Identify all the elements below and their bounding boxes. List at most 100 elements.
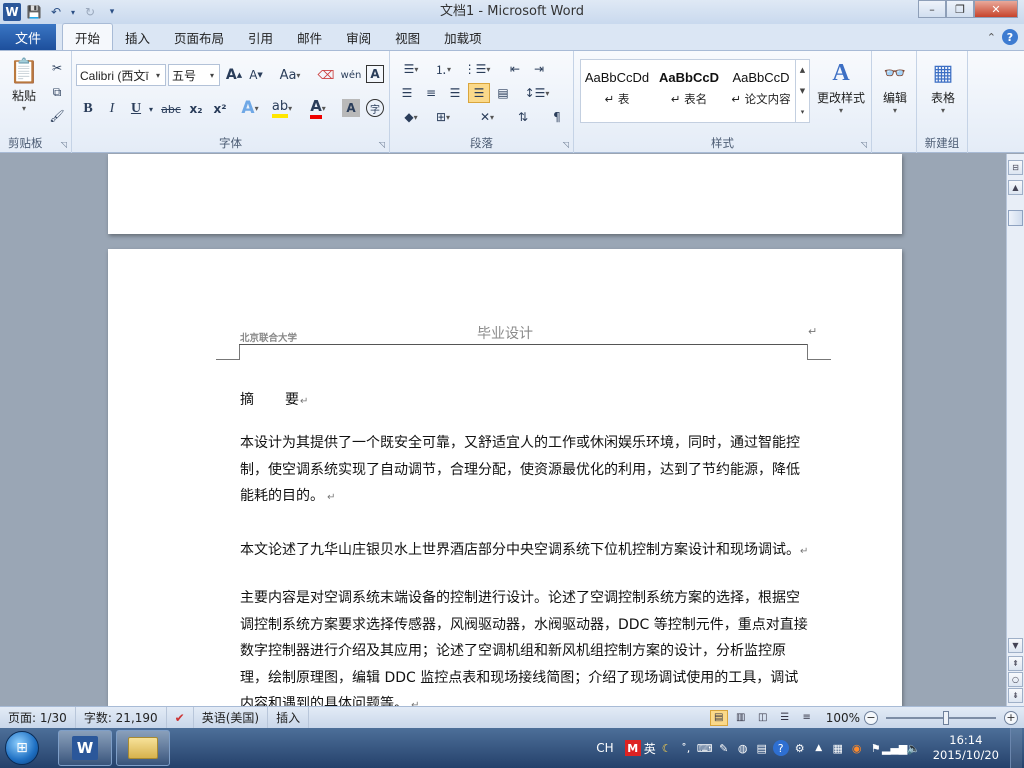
next-page-icon[interactable]: ⇟ <box>1008 688 1023 703</box>
volume-icon[interactable]: 🔈 <box>906 740 922 756</box>
ruler-toggle-icon[interactable]: ⊟ <box>1008 160 1023 175</box>
tray-options-icon[interactable]: ⚙ <box>792 740 808 756</box>
zoom-in-icon[interactable]: + <box>1004 710 1018 725</box>
font-size-combo[interactable]: 五号 ▾ <box>168 64 220 86</box>
change-case-icon[interactable]: Aa ▾ <box>276 65 304 85</box>
bullets-icon[interactable]: ☰ ▾ <box>396 59 426 79</box>
full-screen-reading-icon[interactable]: ▥ <box>732 710 750 726</box>
network-device-icon[interactable]: ▦ <box>830 740 846 756</box>
paste-button[interactable]: 📋 粘贴 ▾ <box>6 55 42 113</box>
punctuation-icon[interactable]: ˚, <box>678 740 694 756</box>
tray-expand-icon[interactable]: ▲ <box>811 740 827 756</box>
customize-qat-icon[interactable]: ▾ <box>102 2 122 22</box>
web-layout-icon[interactable]: ◫ <box>754 710 772 726</box>
styles-scroll[interactable]: ▲ ▼ ▾ <box>795 60 809 122</box>
align-left-icon[interactable]: ☰ <box>396 83 418 103</box>
scroll-up-icon[interactable]: ▲ <box>1008 180 1023 195</box>
text-effects-icon[interactable]: A ▾ <box>238 97 262 119</box>
status-word-count[interactable]: 字数: 21,190 <box>76 706 167 729</box>
align-center-icon[interactable]: ≡ <box>420 83 442 103</box>
character-border-icon[interactable]: A <box>366 65 384 83</box>
italic-button[interactable]: I <box>102 99 122 119</box>
chinese-layout-icon[interactable]: ✕ ▾ <box>472 107 502 127</box>
underline-dropdown-icon[interactable]: ▾ <box>146 99 156 119</box>
style-item-table-name[interactable]: AaBbCcD ↵ 表名 <box>653 60 725 122</box>
tab-mailings[interactable]: 邮件 <box>285 24 334 50</box>
page-current[interactable]: 北京联合大学 毕业设计 ↵ 摘 要↵ 本设计为其提供了一个既安全可靠，又舒适宜人… <box>108 249 902 706</box>
shrink-font-icon[interactable]: A ▼ <box>246 65 266 85</box>
tab-insert[interactable]: 插入 <box>113 24 162 50</box>
outline-view-icon[interactable]: ☰ <box>776 710 794 726</box>
highlight-icon[interactable]: ab ▾ <box>268 97 296 119</box>
table-button[interactable]: ▦ 表格 ▾ <box>925 57 961 116</box>
underline-button[interactable]: U <box>126 99 146 119</box>
ime-menu-icon[interactable]: ▤ <box>754 740 770 756</box>
zoom-slider-knob[interactable] <box>943 710 950 725</box>
enclose-characters-icon[interactable]: 字 <box>366 99 384 117</box>
align-right-icon[interactable]: ☰ <box>444 83 466 103</box>
ime-language[interactable]: CH <box>596 741 613 755</box>
draft-view-icon[interactable]: ≡ <box>798 710 816 726</box>
abstract-heading[interactable]: 摘 要↵ <box>240 389 309 409</box>
print-layout-view-icon[interactable]: ▤ <box>709 709 728 726</box>
multilevel-list-icon[interactable]: ⋮☰ ▾ <box>462 59 492 79</box>
ime-mode[interactable]: 英 <box>644 740 656 757</box>
select-browse-object-icon[interactable]: ○ <box>1008 672 1023 687</box>
zoom-out-icon[interactable]: − <box>864 710 878 725</box>
paragraph-3[interactable]: 主要内容是对空调系统末端设备的控制进行设计。论述了空调控制系统方案的选择，根据空… <box>240 585 808 706</box>
phonetic-guide-icon[interactable]: wén <box>340 65 362 85</box>
show-formatting-icon[interactable]: ¶ <box>546 107 568 127</box>
keyboard-icon[interactable]: ⌨ <box>697 740 713 756</box>
ime-tools-icon[interactable]: ✎ <box>716 740 732 756</box>
shading-icon[interactable]: ◆ ▾ <box>396 107 426 127</box>
restore-button[interactable]: ❐ <box>946 0 974 18</box>
undo-dropdown-icon[interactable]: ▾ <box>68 2 78 22</box>
subscript-button[interactable]: x₂ <box>186 99 206 119</box>
moon-icon[interactable]: ☾ <box>659 740 675 756</box>
styles-up-icon[interactable]: ▲ <box>800 66 805 74</box>
minimize-ribbon-icon[interactable]: ⌃ <box>987 31 996 44</box>
antivirus-icon[interactable]: ◉ <box>849 740 865 756</box>
word-app-icon[interactable]: W <box>2 2 22 22</box>
ime-logo-icon[interactable]: M <box>624 740 641 756</box>
justify-icon[interactable]: ☰ <box>468 83 490 103</box>
clear-formatting-icon[interactable]: ⌫ <box>316 65 336 85</box>
status-insert-mode[interactable]: 插入 <box>268 706 310 729</box>
taskbar-explorer[interactable] <box>116 730 170 766</box>
cut-icon[interactable]: ✂ <box>48 59 66 77</box>
redo-icon[interactable]: ↻ <box>80 2 100 22</box>
styles-more-icon[interactable]: ▾ <box>801 108 805 116</box>
ime-skin-icon[interactable]: ◍ <box>735 740 751 756</box>
status-page[interactable]: 页面: 1/30 <box>0 706 76 729</box>
zoom-level[interactable]: 100% <box>826 711 860 725</box>
clipboard-launcher-icon[interactable]: ◹ <box>61 140 67 149</box>
decrease-indent-icon[interactable]: ⇤ <box>504 59 526 79</box>
numbering-icon[interactable]: ⒈ ▾ <box>428 59 458 79</box>
paragraph-1[interactable]: 本设计为其提供了一个既安全可靠，又舒适宜人的工作或休闲娱乐环境，同时，通过智能控… <box>240 430 808 512</box>
tab-references[interactable]: 引用 <box>236 24 285 50</box>
save-icon[interactable]: 💾 <box>24 2 44 22</box>
system-clock[interactable]: 16:14 2015/10/20 <box>925 733 1007 763</box>
start-button[interactable]: ⊞ <box>0 728 44 768</box>
font-color-icon[interactable]: A ▾ <box>304 97 332 119</box>
vertical-scrollbar[interactable]: ⊟ ▲ ▼ ⇞ ○ ⇟ <box>1006 154 1024 706</box>
change-styles-button[interactable]: A 更改样式 ▾ <box>814 57 868 116</box>
font-launcher-icon[interactable]: ◹ <box>379 140 385 149</box>
increase-indent-icon[interactable]: ⇥ <box>528 59 550 79</box>
page-previous[interactable] <box>108 154 902 234</box>
status-language[interactable]: 英语(美国) <box>194 706 269 729</box>
document-area[interactable]: 北京联合大学 毕业设计 ↵ 摘 要↵ 本设计为其提供了一个既安全可靠，又舒适宜人… <box>0 154 1006 706</box>
character-shading-icon[interactable]: A <box>342 99 360 117</box>
network-signal-icon[interactable]: ▂▄▆ <box>882 740 907 756</box>
editing-button[interactable]: 👓 编辑 ▾ <box>878 57 912 116</box>
paragraph-2[interactable]: 本文论述了九华山庄银贝水上世界酒店部分中央空调系统下位机控制方案设计和现场调试。… <box>240 537 820 566</box>
line-spacing-icon[interactable]: ↕☰ ▾ <box>522 83 552 103</box>
tab-home[interactable]: 开始 <box>62 23 114 50</box>
font-name-combo[interactable]: Calibri (西文ī ▾ <box>76 64 166 86</box>
format-painter-icon[interactable]: 🖌 <box>48 107 66 125</box>
scroll-thumb[interactable] <box>1008 210 1023 226</box>
spelling-check-icon[interactable]: ✔ <box>167 706 194 729</box>
style-item-paper-content[interactable]: AaBbCcD ↵ 论文内容 <box>725 60 797 122</box>
bold-button[interactable]: B <box>78 99 98 119</box>
close-button[interactable]: ✕ <box>974 0 1018 18</box>
